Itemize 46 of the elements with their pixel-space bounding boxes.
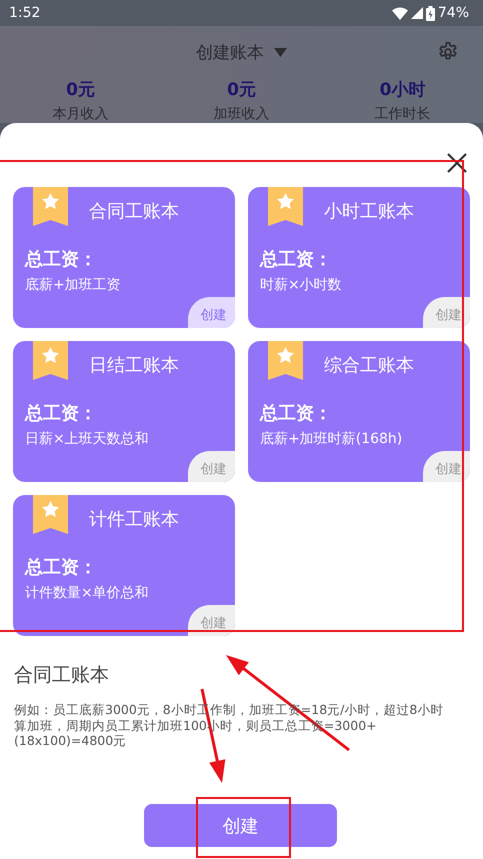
stat-value: 0元 <box>226 79 257 101</box>
card-create-button[interactable]: 创建 <box>188 605 235 636</box>
card-title: 小时工账本 <box>324 200 414 223</box>
create-button[interactable]: 创建 <box>144 804 337 847</box>
ledger-card[interactable]: 合同工账本 总工资： 底薪+加班工资 创建 <box>13 187 235 328</box>
card-create-button[interactable]: 创建 <box>423 451 470 482</box>
formula-text: 日薪×上班天数总和 <box>25 430 149 448</box>
formula-text: 底薪+加班工资 <box>25 276 121 294</box>
card-title: 日结工账本 <box>89 354 179 377</box>
ribbon-icon <box>33 341 68 380</box>
formula-label: 总工资： <box>25 556 97 579</box>
description-title: 合同工账本 <box>14 663 110 688</box>
dropdown-caret-icon[interactable] <box>274 48 287 56</box>
battery-icon <box>426 6 435 20</box>
signal-icon <box>410 7 423 19</box>
status-time: 1:52 <box>9 5 42 21</box>
wifi-icon <box>392 6 408 20</box>
formula-label: 总工资： <box>260 402 332 425</box>
formula-text: 时薪×小时数 <box>260 276 342 294</box>
close-icon[interactable] <box>447 153 467 173</box>
card-create-button[interactable]: 创建 <box>188 451 235 482</box>
ledger-card[interactable]: 计件工账本 总工资： 计件数量×单价总和 创建 <box>13 495 235 636</box>
ribbon-icon <box>268 341 303 380</box>
card-title: 计件工账本 <box>89 508 179 531</box>
ribbon-icon <box>268 187 303 226</box>
card-create-button[interactable]: 创建 <box>188 297 235 328</box>
stat-label: 加班收入 <box>212 105 270 123</box>
ribbon-icon <box>33 495 68 534</box>
ledger-card[interactable]: 小时工账本 总工资： 时薪×小时数 创建 <box>248 187 470 328</box>
card-title: 合同工账本 <box>89 200 179 223</box>
stat-label: 本月收入 <box>52 105 110 123</box>
card-title: 综合工账本 <box>324 354 414 377</box>
ribbon-icon <box>33 187 68 226</box>
formula-label: 总工资： <box>25 248 97 271</box>
stat-value: 0元 <box>65 79 96 101</box>
card-create-button[interactable]: 创建 <box>423 297 470 328</box>
ledger-card[interactable]: 日结工账本 总工资： 日薪×上班天数总和 创建 <box>13 341 235 482</box>
stat-label: 工作时长 <box>374 105 432 123</box>
battery-percent: 74% <box>438 5 469 21</box>
ledger-card[interactable]: 综合工账本 总工资： 底薪+加班时薪(168h) 创建 <box>248 341 470 482</box>
formula-text: 底薪+加班时薪(168h) <box>260 430 402 448</box>
formula-label: 总工资： <box>260 248 332 271</box>
stat-value: 0小时 <box>378 79 426 101</box>
formula-text: 计件数量×单价总和 <box>25 584 149 602</box>
formula-label: 总工资： <box>25 402 97 425</box>
page-title[interactable]: 创建账本 <box>196 40 264 64</box>
